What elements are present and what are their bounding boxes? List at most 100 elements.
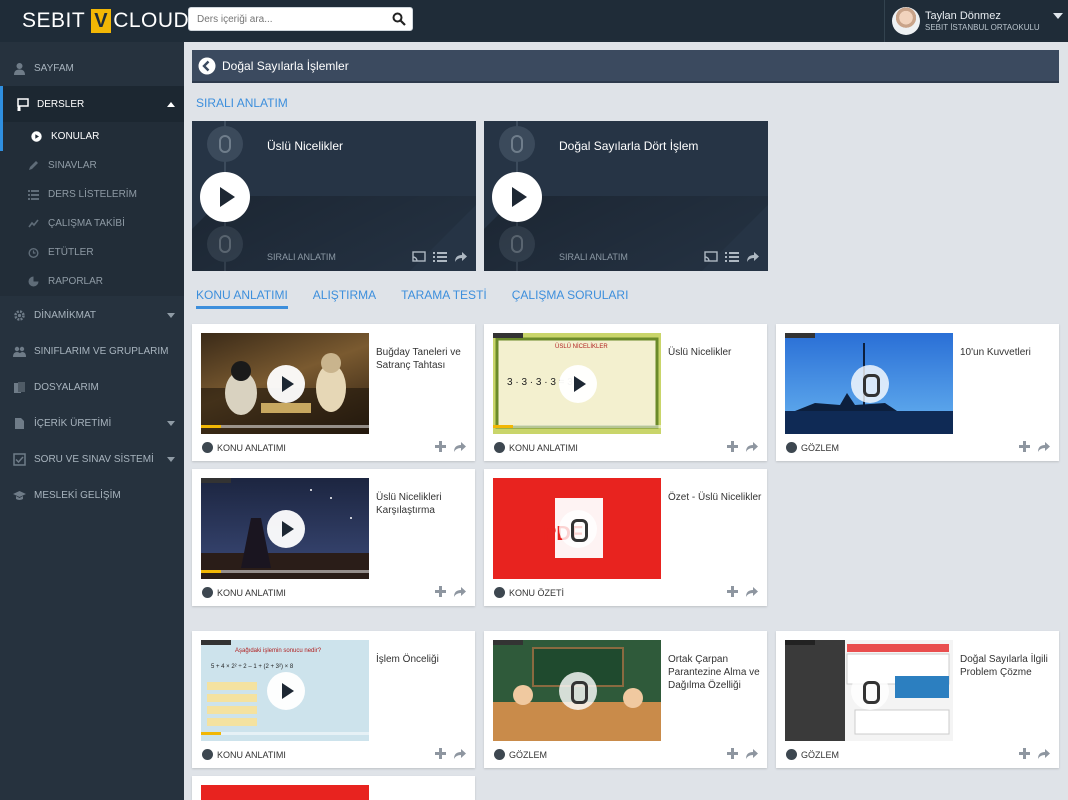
sequence-card[interactable]: Üslü Nicelikler SIRALI ANLATIM [192,121,476,271]
thumbnail[interactable]: Aşağıdaki işlemin sonucu nedir? 5 + 4 × 2… [201,640,369,741]
content-card[interactable]: Doğal Sayılarla İlgili Problem Çözme GÖZ… [776,631,1059,768]
chevron-down-icon[interactable] [167,420,175,426]
mouse-icon[interactable] [851,672,889,710]
share-icon[interactable] [745,748,759,759]
add-icon[interactable] [435,586,446,597]
tab-konu-anlatimi[interactable]: KONU ANLATIMI [196,288,288,309]
sidebar-item-dinamikmat[interactable]: DİNAMİKMAT [0,297,184,333]
play-button[interactable] [267,365,305,403]
share-icon[interactable] [453,441,467,452]
content-card[interactable]: Ortak Çarpan Parantezine Alma ve Dağılma… [484,631,767,768]
sidebar-item-siniflarim[interactable]: SINIFLARIM VE GRUPLARIM [0,333,184,369]
add-icon[interactable] [1019,748,1030,759]
sidebar-item-sayfam[interactable]: SAYFAM [0,50,184,86]
avatar[interactable] [892,7,920,35]
play-button[interactable] [492,172,542,222]
card-title: 10'un Kuvvetleri [960,347,1031,358]
add-icon[interactable] [727,748,738,759]
files-icon [14,381,25,393]
thumbnail[interactable] [201,333,369,434]
thumbnail[interactable] [785,333,953,434]
mouse-node-icon [207,126,243,162]
thumbnail[interactable] [785,640,953,741]
tab-tarama-testi[interactable]: TARAMA TESTİ [401,288,487,309]
share-icon[interactable] [1037,441,1051,452]
tab-calisma-sorulari[interactable]: ÇALIŞMA SORULARI [512,288,629,309]
sidebar-subitem-etutler[interactable]: ETÜTLER [0,238,184,267]
content-card-partial[interactable] [192,776,475,800]
tab-alistirma[interactable]: ALIŞTIRMA [313,288,376,309]
card-type: GÖZLEM [494,749,547,760]
user-menu[interactable]: Taylan Dönmez SEBIT İSTANBUL ORTAOKULU [884,0,1068,42]
mouse-icon[interactable] [559,510,597,548]
sequence-card[interactable]: Doğal Sayılarla Dört İşlem SIRALI ANLATI… [484,121,768,271]
sidebar-subitem-konular[interactable]: KONULAR [0,122,184,151]
sidebar-item-dersler[interactable]: DERSLER [0,86,184,122]
share-icon[interactable] [453,586,467,597]
add-icon[interactable] [1019,441,1030,452]
back-arrow-icon[interactable] [198,57,216,75]
share-icon[interactable] [745,441,759,452]
sidebar-item-label: İÇERİK ÜRETİMİ [34,417,112,429]
card-actions [727,441,759,452]
content-card[interactable]: 10'un Kuvvetleri GÖZLEM [776,324,1059,461]
mouse-icon[interactable] [559,672,597,710]
thumbnail[interactable] [201,785,369,800]
section-heading-sirali-anlatim: SIRALI ANLATIM [196,96,288,110]
chevron-down-icon[interactable] [1053,13,1063,19]
play-button[interactable] [267,510,305,548]
share-icon[interactable] [453,748,467,759]
card-actions [727,748,759,759]
sidebar-subitem-sinavlar[interactable]: SINAVLAR [0,151,184,180]
content-card[interactable]: PDF Özet - Üslü Nicelikler KONU ÖZETİ [484,469,767,606]
sebit-vcloud-logo[interactable]: SEBIT V CLOUD [22,9,189,33]
sidebar-item-icerik-uretimi[interactable]: İÇERİK ÜRETİMİ [0,405,184,441]
sidebar-subitem-raporlar[interactable]: RAPORLAR [0,267,184,296]
sequence-title: Doğal Sayılarla Dört İşlem [559,139,699,153]
sidebar-item-soru-sinav[interactable]: SORU VE SINAV SİSTEMİ [0,441,184,477]
chevron-down-icon[interactable] [167,312,175,318]
card-type-label: KONU ÖZETİ [509,587,565,598]
sidebar-subitem-ders-listelerim[interactable]: DERS LİSTELERİM [0,180,184,209]
play-button[interactable] [559,365,597,403]
user-school: SEBIT İSTANBUL ORTAOKULU [925,23,1040,32]
thumbnail[interactable] [201,478,369,579]
progress-bar [201,570,369,573]
card-actions [435,441,467,452]
content-card[interactable]: Buğday Taneleri ve Satranç Tahtası KONU … [192,324,475,461]
list-icon[interactable] [433,251,447,262]
thumbnail[interactable]: ÜSLÜ NİCELİKLER 3 · 3 · 3 · 3 = 3⁴ [493,333,661,434]
card-type: KONU ANLATIMI [494,442,578,453]
content-card[interactable]: Üslü Nicelikleri Karşılaştırma KONU ANLA… [192,469,475,606]
group-icon [13,346,26,357]
cast-icon[interactable] [704,251,718,262]
thumbnail[interactable] [493,640,661,741]
logo-v-mark: V [91,9,112,33]
chevron-up-icon[interactable] [167,101,175,107]
content-card[interactable]: ÜSLÜ NİCELİKLER 3 · 3 · 3 · 3 = 3⁴ Üslü N… [484,324,767,461]
add-icon[interactable] [727,586,738,597]
sequence-title: Üslü Nicelikler [267,139,344,153]
share-icon[interactable] [745,586,759,597]
card-type: GÖZLEM [786,442,839,453]
sidebar-item-dosyalarim[interactable]: DOSYALARIM [0,369,184,405]
search-input[interactable] [189,8,379,30]
add-icon[interactable] [435,748,446,759]
add-icon[interactable] [435,441,446,452]
play-button[interactable] [267,672,305,710]
list-icon[interactable] [725,251,739,262]
share-icon[interactable] [1037,748,1051,759]
content-card[interactable]: Aşağıdaki işlemin sonucu nedir? 5 + 4 × 2… [192,631,475,768]
play-button[interactable] [200,172,250,222]
sidebar-item-mesleki-gelisim[interactable]: MESLEKİ GELİŞİM [0,477,184,513]
share-icon[interactable] [746,251,760,262]
top-bar: SEBIT V CLOUD Taylan Dönmez SEBIT İSTANB… [0,0,1068,42]
search-icon[interactable] [392,12,406,26]
share-icon[interactable] [454,251,468,262]
mouse-icon[interactable] [851,365,889,403]
sidebar-subitem-calisma-takibi[interactable]: ÇALIŞMA TAKİBİ [0,209,184,238]
chevron-down-icon[interactable] [167,456,175,462]
thumbnail[interactable]: PDF [493,478,661,579]
cast-icon[interactable] [412,251,426,262]
add-icon[interactable] [727,441,738,452]
